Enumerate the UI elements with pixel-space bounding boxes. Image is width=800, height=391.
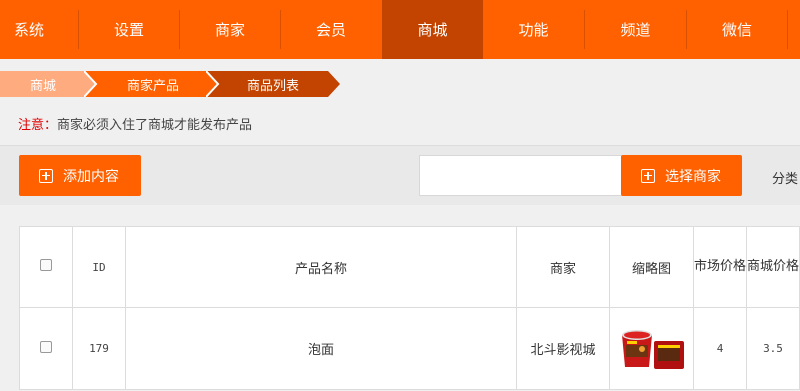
add-content-label: 添加内容 (63, 168, 119, 185)
column-header-market-price: 市场价格 (693, 226, 747, 308)
column-header-mall-price: 商城价格 (746, 226, 800, 308)
column-header-label: ID (92, 260, 106, 274)
breadcrumb-label: 商品列表 (246, 78, 299, 94)
nav-item-wechat[interactable]: 微信 (687, 0, 787, 59)
row-id: 179 (72, 307, 126, 390)
market-price-value: 4 (716, 342, 724, 355)
notice-text: 商家必须入住了商城才能发布产品 (57, 118, 253, 133)
plus-square-icon (641, 168, 655, 183)
column-header-label: 市场价格 (694, 259, 747, 274)
nav-item-settings[interactable]: 设置 (79, 0, 179, 59)
column-header-merchant: 商家 (516, 226, 610, 308)
row-select-cell (19, 307, 73, 390)
instant-noodle-thumbnail[interactable] (618, 325, 686, 373)
breadcrumb-item-merchant-products[interactable]: 商家产品 (84, 71, 218, 97)
row-mall-price: 3.5 (746, 307, 800, 390)
nav-item-member[interactable]: 会员 (281, 0, 381, 59)
breadcrumb-item-mall[interactable]: 商城 (0, 71, 96, 97)
product-table: ID 产品名称 商家 缩略图 市场价格 商城价格 179 泡面 北斗影视城 4 … (19, 226, 800, 390)
plus-square-icon (39, 168, 53, 183)
row-product-name: 泡面 (125, 307, 517, 390)
nav-item-system[interactable]: 系统 (0, 0, 78, 59)
nav-item-channel[interactable]: 频道 (585, 0, 686, 59)
select-merchant-label: 选择商家 (665, 168, 721, 185)
breadcrumb-label: 商家产品 (126, 78, 179, 94)
row-market-price: 4 (693, 307, 747, 390)
category-label: 分类 (772, 172, 799, 187)
row-thumbnail-cell (609, 307, 694, 390)
column-header-thumbnail: 缩略图 (609, 226, 694, 308)
row-id-value: 179 (89, 342, 109, 355)
column-header-name: 产品名称 (125, 226, 517, 308)
row-merchant: 北斗影视城 (516, 307, 610, 390)
top-nav: 系统 设置 商家 会员 商城 功能 频道 微信 (0, 0, 800, 59)
breadcrumb-item-product-list[interactable]: 商品列表 (206, 71, 340, 97)
select-all-cell (19, 226, 73, 308)
mall-price-value: 3.5 (763, 342, 783, 355)
select-all-checkbox[interactable] (40, 259, 52, 271)
nav-item-merchant[interactable]: 商家 (180, 0, 280, 59)
nav-item-mall[interactable]: 商城 (382, 0, 483, 59)
toolbar: 添加内容 选择商家 分类 (0, 145, 800, 205)
breadcrumb-label: 商城 (29, 78, 56, 94)
table-header-row: ID 产品名称 商家 缩略图 市场价格 商城价格 (19, 226, 800, 308)
column-header-label: 商城价格 (747, 259, 800, 274)
column-header-id: ID (72, 226, 126, 308)
nav-item-function[interactable]: 功能 (483, 0, 584, 59)
table-row: 179 泡面 北斗影视城 4 3.5 (19, 307, 800, 390)
select-merchant-button[interactable]: 选择商家 (621, 155, 742, 196)
nav-divider (787, 10, 788, 49)
add-content-button[interactable]: 添加内容 (19, 155, 141, 196)
notice: 注意：商家必须入住了商城才能发布产品 (18, 114, 252, 133)
row-checkbox[interactable] (40, 340, 52, 353)
merchant-search-input[interactable] (419, 155, 622, 196)
notice-label: 注意： (18, 118, 58, 133)
